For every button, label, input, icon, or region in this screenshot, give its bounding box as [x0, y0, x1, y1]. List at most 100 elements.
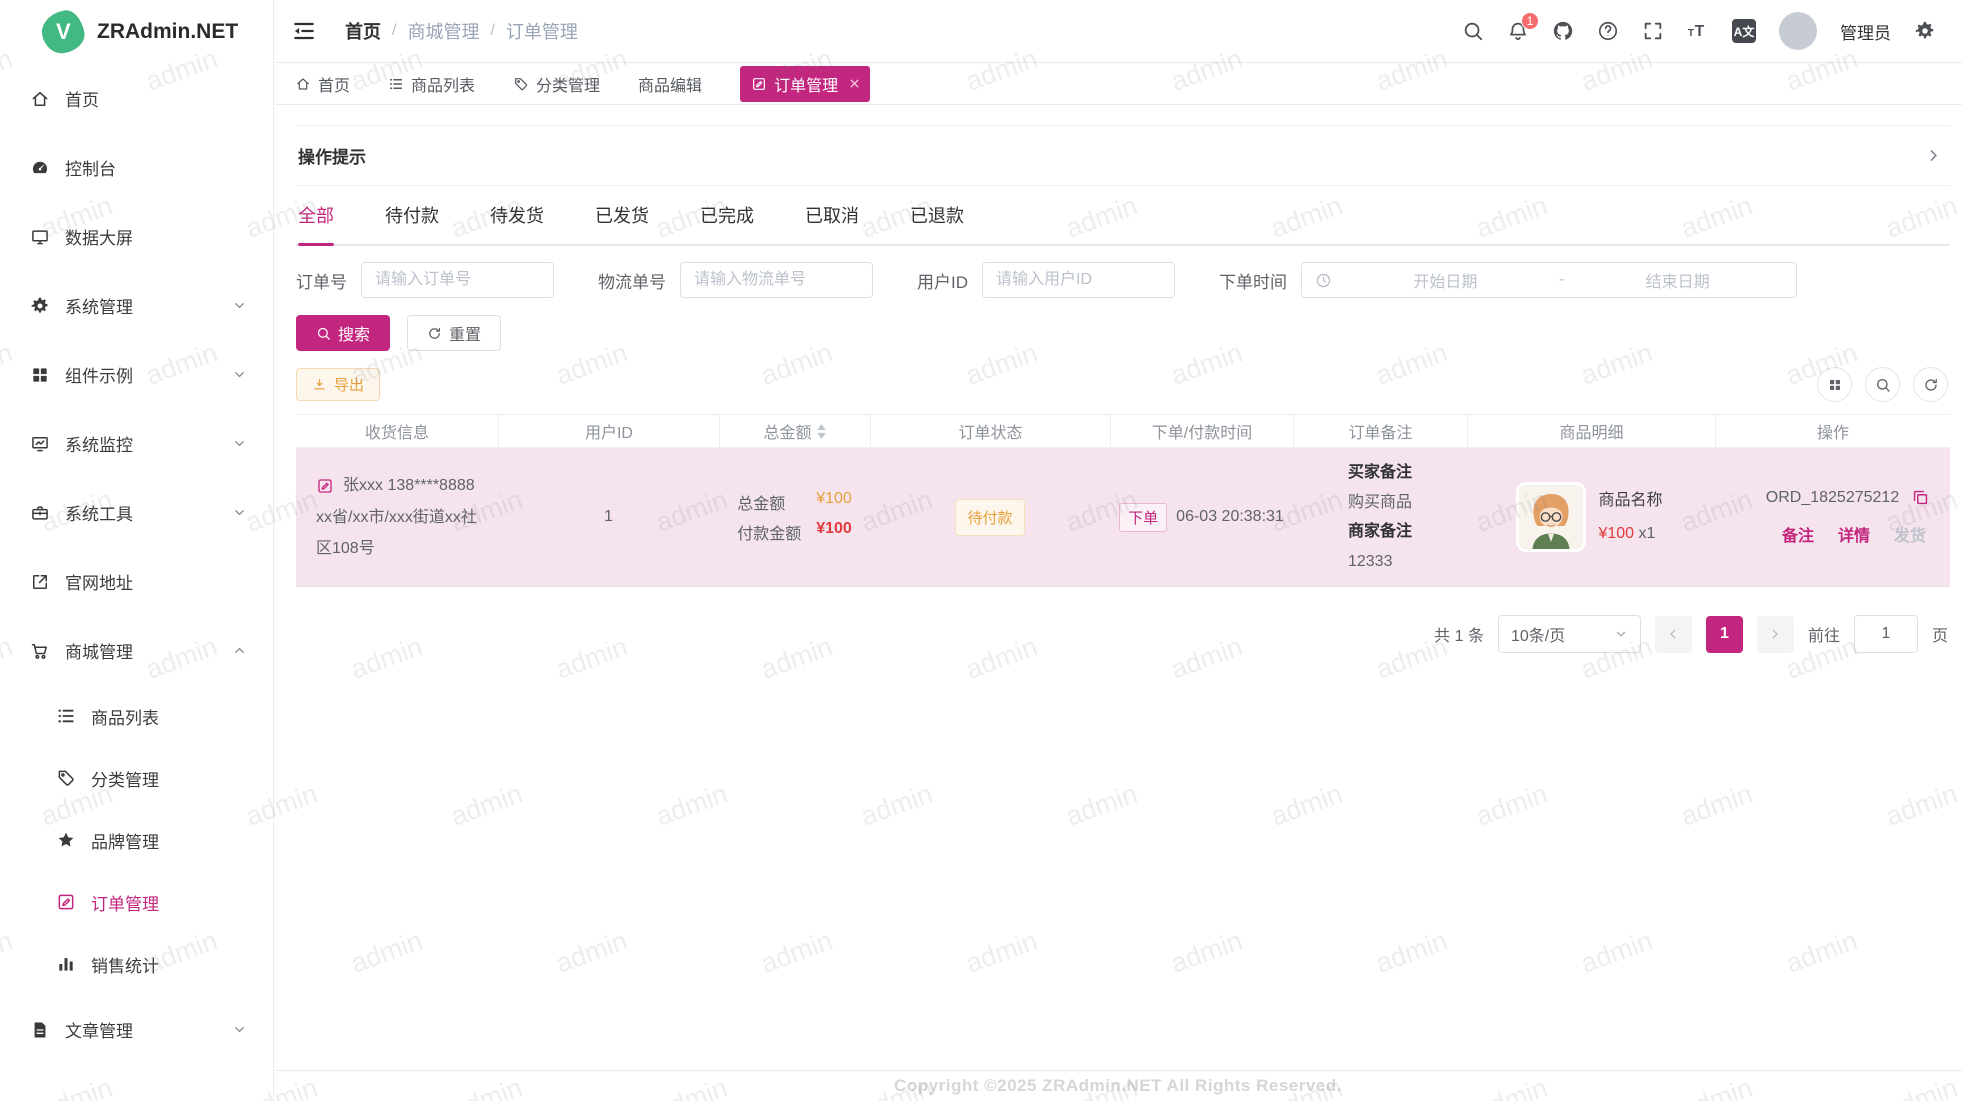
header-status: 订单状态 [870, 415, 1110, 447]
chevron-up-icon [232, 643, 247, 658]
tab-category[interactable]: 分类管理 [513, 72, 600, 96]
goto-page-input[interactable] [1854, 615, 1918, 653]
start-date-placeholder[interactable]: 开始日期 [1340, 268, 1551, 292]
date-range-picker[interactable]: 开始日期 - 结束日期 [1301, 262, 1797, 298]
seller-note-label: 商家备注 [1348, 517, 1412, 547]
order-no-input[interactable] [361, 262, 554, 298]
notification-badge: 1 [1521, 12, 1539, 30]
search-icon[interactable] [1462, 20, 1484, 42]
receiver-address: xx省/xx市/xxx街道xx社区108号 [316, 502, 492, 564]
sidebar-item-home[interactable]: 首页 [0, 64, 273, 133]
product-price: ¥100 [1598, 525, 1634, 542]
filter-tab-cancelled[interactable]: 已取消 [805, 186, 859, 244]
sidebar-item-dashboard[interactable]: 控制台 [0, 133, 273, 202]
github-icon[interactable] [1552, 20, 1574, 42]
seller-note-value: 12333 [1348, 547, 1412, 577]
username[interactable]: 管理员 [1840, 19, 1891, 44]
prev-page-button[interactable] [1655, 616, 1692, 653]
filter-tab-all[interactable]: 全部 [298, 186, 334, 244]
search-button-label: 搜索 [338, 321, 370, 345]
filter-tab-unpaid[interactable]: 待付款 [385, 186, 439, 244]
notification-bell-icon[interactable]: 1 [1507, 20, 1529, 42]
tab-product-edit[interactable]: 商品编辑 [638, 72, 702, 96]
sidebar-item-brand[interactable]: 品牌管理 [0, 809, 273, 871]
page-content: 操作提示 全部 待付款 待发货 已发货 已完成 已取消 已退款 订单号 物流单号 [274, 105, 1962, 1070]
sidebar-item-label: 官网地址 [65, 569, 133, 594]
chevron-down-icon [232, 505, 247, 520]
paid-amount-label: 付款金额 [737, 520, 801, 544]
sidebar-item-mall[interactable]: 商城管理 [0, 616, 273, 685]
table-toolbar: 导出 [296, 367, 1950, 402]
help-icon[interactable] [1597, 20, 1619, 42]
paid-amount-value: ¥100 [816, 520, 852, 544]
export-button[interactable]: 导出 [296, 368, 380, 401]
tracking-no-input[interactable] [680, 262, 873, 298]
filter-tab-refunded[interactable]: 已退款 [910, 186, 964, 244]
filter-tab-shipped[interactable]: 已发货 [595, 186, 649, 244]
sidebar-item-website[interactable]: 官网地址 [0, 547, 273, 616]
breadcrumb-home[interactable]: 首页 [345, 18, 381, 44]
sidebar-item-product-list[interactable]: 商品列表 [0, 685, 273, 747]
breadcrumb-separator: / [392, 22, 396, 40]
tab-label: 首页 [318, 72, 350, 96]
order-time-label: 下单时间 [1219, 268, 1287, 293]
header-amount-label: 总金额 [763, 419, 811, 443]
sidebar-item-monitor[interactable]: 系统监控 [0, 409, 273, 478]
page-size-select[interactable]: 10条/页 [1498, 615, 1641, 653]
sidebar-item-category[interactable]: 分类管理 [0, 747, 273, 809]
sidebar-item-datascreen[interactable]: 数据大屏 [0, 202, 273, 271]
caret-down-icon [816, 432, 827, 439]
refresh-table-button[interactable] [1913, 367, 1948, 402]
avatar[interactable] [1779, 12, 1817, 50]
show-search-button[interactable] [1865, 367, 1900, 402]
copy-icon[interactable] [1911, 488, 1930, 507]
external-link-icon [30, 572, 50, 592]
tab-orders-active[interactable]: 订单管理 [740, 66, 870, 102]
order-time-value: 06-03 20:38:31 [1176, 508, 1284, 526]
sidebar-item-sales-stats[interactable]: 销售统计 [0, 933, 273, 995]
sidebar-fold-icon[interactable] [291, 18, 317, 44]
breadcrumb-page: 订单管理 [506, 18, 578, 44]
brand-name: ZRAdmin.NET [97, 20, 238, 44]
tip-collapse-panel[interactable]: 操作提示 [296, 125, 1950, 186]
status-badge: 待付款 [955, 499, 1024, 536]
tab-product-list[interactable]: 商品列表 [388, 72, 475, 96]
filter-tab-to-ship[interactable]: 待发货 [490, 186, 544, 244]
sidebar-item-components[interactable]: 组件示例 [0, 340, 273, 409]
pagination: 共 1 条 10条/页 1 前往 页 [296, 615, 1950, 653]
font-size-icon[interactable] [1687, 20, 1709, 42]
column-settings-button[interactable] [1817, 367, 1852, 402]
export-button-label: 导出 [334, 374, 364, 395]
filter-tab-completed[interactable]: 已完成 [700, 186, 754, 244]
next-page-button[interactable] [1757, 616, 1794, 653]
tab-home[interactable]: 首页 [295, 72, 350, 96]
edit-address-icon[interactable] [316, 477, 334, 495]
language-icon[interactable]: A文 [1732, 19, 1756, 43]
note-action-link[interactable]: 备注 [1782, 522, 1814, 546]
detail-action-link[interactable]: 详情 [1838, 522, 1870, 546]
sidebar-item-label: 首页 [65, 86, 99, 111]
search-button[interactable]: 搜索 [296, 315, 390, 351]
sidebar-item-articles[interactable]: 文章管理 [0, 995, 273, 1064]
monitor-icon [30, 434, 50, 454]
time-cell: 下单 06-03 20:38:31 [1110, 493, 1293, 542]
user-id-input[interactable] [982, 262, 1175, 298]
sidebar-item-tools[interactable]: 系统工具 [0, 478, 273, 547]
close-icon[interactable] [848, 77, 861, 90]
chevron-right-icon[interactable] [1925, 147, 1942, 164]
current-page-button[interactable]: 1 [1706, 616, 1743, 653]
end-date-placeholder[interactable]: 结束日期 [1572, 268, 1783, 292]
settings-gear-icon[interactable] [1914, 20, 1936, 42]
header-amount[interactable]: 总金额 [719, 415, 870, 447]
sidebar-item-orders[interactable]: 订单管理 [0, 871, 273, 933]
home-icon [30, 89, 50, 109]
header-actions: 操作 [1715, 415, 1950, 447]
sort-carets[interactable] [816, 424, 827, 439]
sidebar-item-label: 商品列表 [91, 704, 159, 729]
reset-button[interactable]: 重置 [407, 315, 501, 351]
fullscreen-icon[interactable] [1642, 20, 1664, 42]
sidebar-item-label: 品牌管理 [91, 828, 159, 853]
product-image[interactable] [1519, 485, 1583, 549]
header-product-detail: 商品明细 [1467, 415, 1715, 447]
sidebar-item-system-admin[interactable]: 系统管理 [0, 271, 273, 340]
